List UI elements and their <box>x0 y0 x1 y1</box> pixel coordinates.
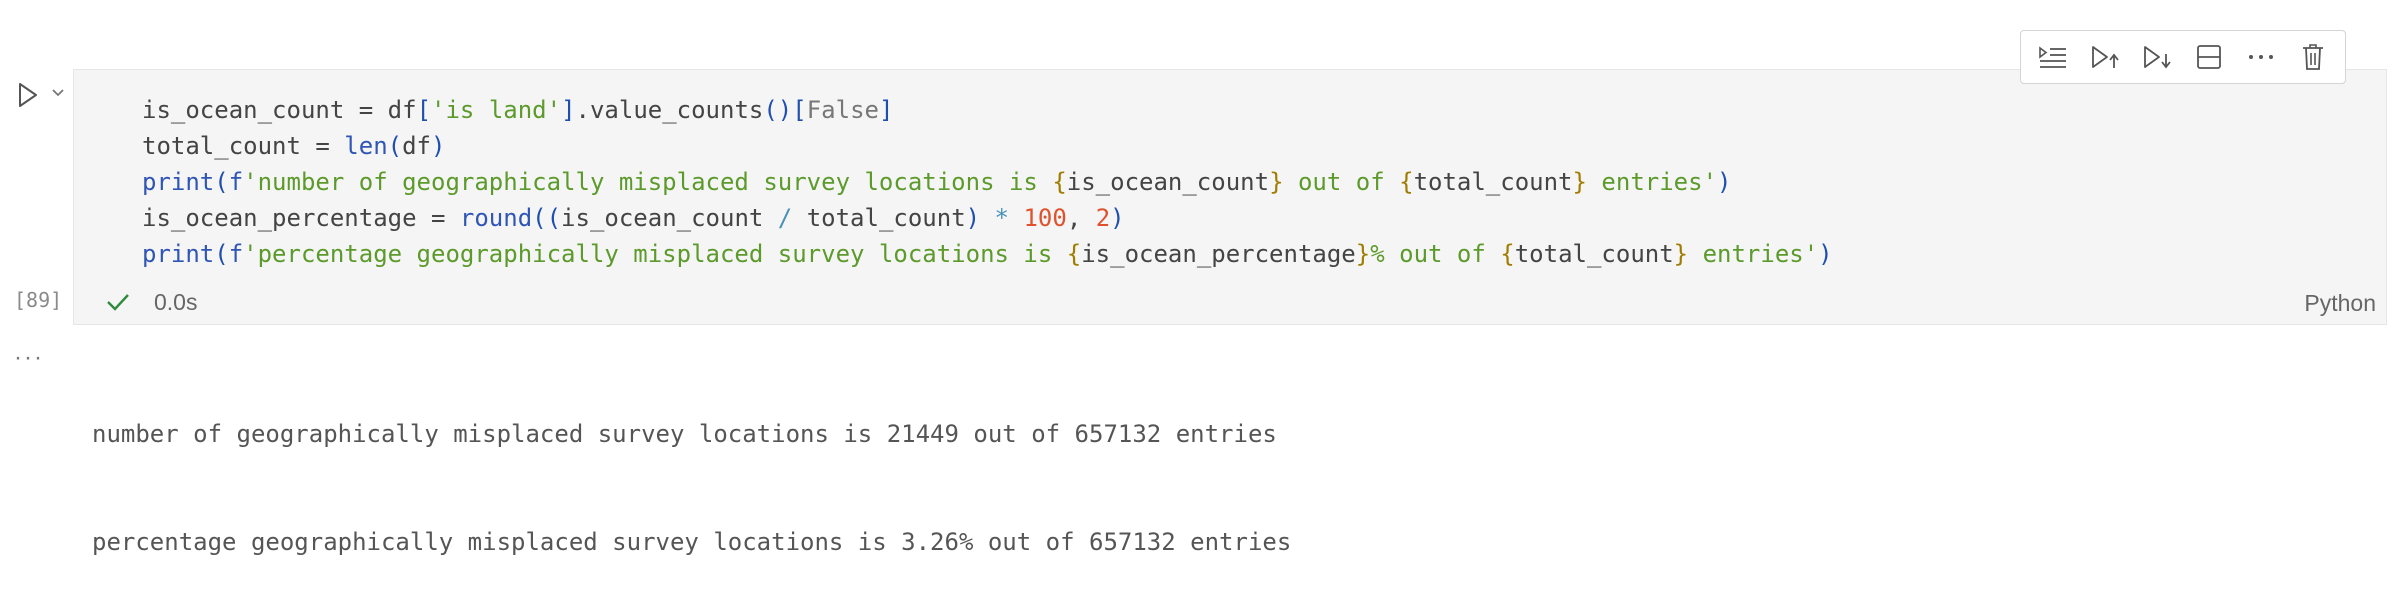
more-actions-icon <box>2249 55 2273 59</box>
delete-cell-button[interactable] <box>2293 37 2333 77</box>
code-token: } <box>1355 240 1371 268</box>
code-token: print <box>142 168 215 196</box>
split-cell-button[interactable] <box>2189 37 2229 77</box>
code-token: } <box>1269 168 1284 196</box>
code-token: = <box>358 96 374 124</box>
code-token: is_ocean_percentage <box>1081 240 1356 268</box>
output-line: number of geographically misplaced surve… <box>92 420 1277 448</box>
code-token: ( <box>214 168 229 196</box>
code-token: ) <box>1717 168 1732 196</box>
code-token: { <box>1066 240 1082 268</box>
code-token: } <box>1572 168 1587 196</box>
code-line: is_ocean_count = df['is land'].value_cou… <box>142 92 1833 128</box>
code-token: { <box>1500 240 1515 268</box>
code-token: total_count <box>792 204 966 232</box>
code-token: ) <box>1818 240 1833 268</box>
code-token: } <box>1673 240 1689 268</box>
code-token: () <box>763 96 793 124</box>
delete-icon <box>2303 44 2323 70</box>
code-token: total_count <box>1413 168 1573 196</box>
code-token: entries' <box>1688 240 1819 268</box>
code-token: False <box>806 96 879 124</box>
code-token: out of <box>1283 168 1400 196</box>
code-token: * <box>980 204 1024 232</box>
code-token: (( <box>532 204 562 232</box>
run-cell-button[interactable] <box>14 80 42 110</box>
code-line: print(f'percentage geographically mispla… <box>142 236 1833 272</box>
cell-toolbar <box>2020 30 2346 84</box>
output-line: percentage geographically misplaced surv… <box>92 528 1292 556</box>
code-token: ) <box>431 132 446 160</box>
code-token: ( <box>387 132 403 160</box>
run-above-icon <box>2092 46 2119 68</box>
code-token: len <box>344 132 388 160</box>
code-token: entries' <box>1586 168 1718 196</box>
run-below-icon <box>2144 46 2171 69</box>
code-token: [ <box>416 96 432 124</box>
code-token: is_ocean_percentage <box>142 204 431 232</box>
code-token: ) <box>965 204 981 232</box>
code-token: df <box>373 96 417 124</box>
code-token: df <box>402 132 432 160</box>
kernel-language[interactable]: Python <box>2304 290 2376 317</box>
run-below-button[interactable] <box>2137 37 2177 77</box>
code-line: total_count = len(df) <box>142 128 1833 164</box>
code-token: is_ocean_count <box>142 96 359 124</box>
code-token: 2 <box>1095 204 1111 232</box>
code-token: 'percentage geographically misplaced sur… <box>243 240 1067 268</box>
check-icon <box>104 288 132 316</box>
execution-count: [89] <box>14 288 63 312</box>
code-token: .value_counts <box>575 96 764 124</box>
code-token: { <box>1399 168 1414 196</box>
execute-above-icon <box>2039 46 2066 68</box>
code-token: 'is land' <box>431 96 562 124</box>
code-token: { <box>1052 168 1067 196</box>
code-token: total_count <box>1514 240 1674 268</box>
code-token: f <box>228 240 244 268</box>
code-token: ( <box>214 240 229 268</box>
split-cell-icon <box>2197 45 2221 69</box>
output-actions-button[interactable]: ··· <box>14 344 44 372</box>
code-cell[interactable]: is_ocean_count = df['is land'].value_cou… <box>73 69 2387 325</box>
code-token: is_ocean_count <box>561 204 778 232</box>
code-token: ] <box>561 96 576 124</box>
code-editor[interactable]: is_ocean_count = df['is land'].value_cou… <box>142 92 1833 272</box>
code-token: / <box>777 204 793 232</box>
code-token: total_count <box>142 132 316 160</box>
code-token: print <box>142 240 215 268</box>
execute-above-button[interactable] <box>2033 37 2073 77</box>
execution-duration: 0.0s <box>154 288 198 315</box>
code-token: = <box>315 132 330 160</box>
more-actions-button[interactable] <box>2241 37 2281 77</box>
code-token: round <box>459 204 533 232</box>
code-token: 100 <box>1023 204 1067 232</box>
run-above-button[interactable] <box>2085 37 2125 77</box>
code-token: f <box>228 168 244 196</box>
code-token: ] <box>878 96 894 124</box>
code-token: ) <box>1110 204 1125 232</box>
play-icon <box>19 83 37 107</box>
code-token: % out of <box>1370 240 1501 268</box>
code-token: 'number of geographically misplaced surv… <box>243 168 1053 196</box>
code-token: is_ocean_count <box>1066 168 1270 196</box>
collapse-cell-button[interactable] <box>48 82 68 104</box>
code-token: [ <box>792 96 807 124</box>
cell-output: number of geographically misplaced surve… <box>92 344 1291 596</box>
chevron-down-icon <box>52 89 64 97</box>
code-line: print(f'number of geographically misplac… <box>142 164 1833 200</box>
code-token: , <box>1066 204 1096 232</box>
cell-status: 0.0s <box>104 288 197 316</box>
code-token: = <box>430 204 446 232</box>
code-line: is_ocean_percentage = round((is_ocean_co… <box>142 200 1833 236</box>
